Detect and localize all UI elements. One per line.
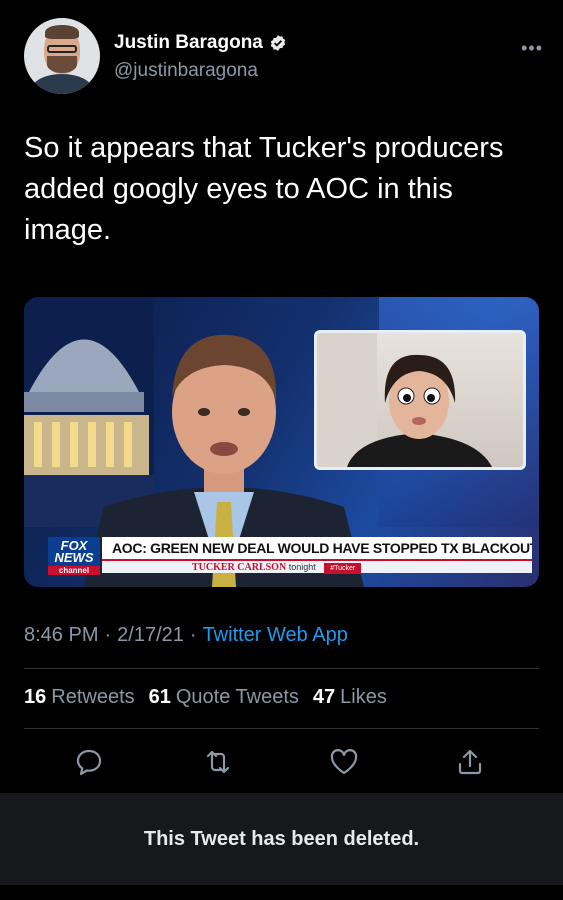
tweet-text: So it appears that Tucker's producers ad… — [24, 132, 504, 246]
news-lower-third: FOX NEWS channel AOC: GREEN NEW DEAL WOU… — [48, 537, 532, 579]
tweet-date[interactable]: 2/17/21 — [117, 624, 184, 646]
author-handle[interactable]: @justinbaragona — [114, 60, 258, 82]
avatar[interactable] — [24, 18, 100, 94]
divider — [24, 728, 539, 729]
author-name-row[interactable]: Justin Baragona — [114, 32, 287, 54]
retweet-icon[interactable] — [200, 744, 236, 780]
deleted-tweet-notice: This Tweet has been deleted. — [0, 793, 563, 885]
news-headline: AOC: GREEN NEW DEAL WOULD HAVE STOPPED T… — [102, 537, 532, 559]
tweet-time[interactable]: 8:46 PM — [24, 624, 98, 646]
tweet-header: Justin Baragona @justinbaragona ••• — [24, 18, 543, 98]
tweet-meta: 8:46 PM · 2/17/21 · Twitter Web App — [24, 624, 348, 646]
retweets-stat[interactable]: 16 Retweets — [24, 686, 135, 709]
reply-icon[interactable] — [71, 744, 107, 780]
show-banner: TUCKER CARLSON tonight #Tucker — [102, 559, 532, 574]
quote-tweets-stat[interactable]: 61 Quote Tweets — [149, 686, 299, 709]
divider — [24, 668, 539, 669]
author-name[interactable]: Justin Baragona — [114, 32, 263, 54]
action-bar — [24, 744, 539, 780]
inset-photo — [314, 330, 526, 470]
tweet-media-image[interactable]: FOX NEWS channel AOC: GREEN NEW DEAL WOU… — [24, 297, 539, 587]
more-dots-icon[interactable]: ••• — [521, 38, 543, 59]
tweet-source-link[interactable]: Twitter Web App — [203, 624, 348, 646]
engagement-stats: 16 Retweets 61 Quote Tweets 47 Likes — [24, 686, 387, 709]
verified-badge-icon — [270, 35, 285, 51]
share-icon[interactable] — [452, 744, 488, 780]
like-icon[interactable] — [326, 744, 362, 780]
fox-news-logo: FOX NEWS channel — [48, 537, 100, 575]
likes-stat[interactable]: 47 Likes — [313, 686, 387, 709]
